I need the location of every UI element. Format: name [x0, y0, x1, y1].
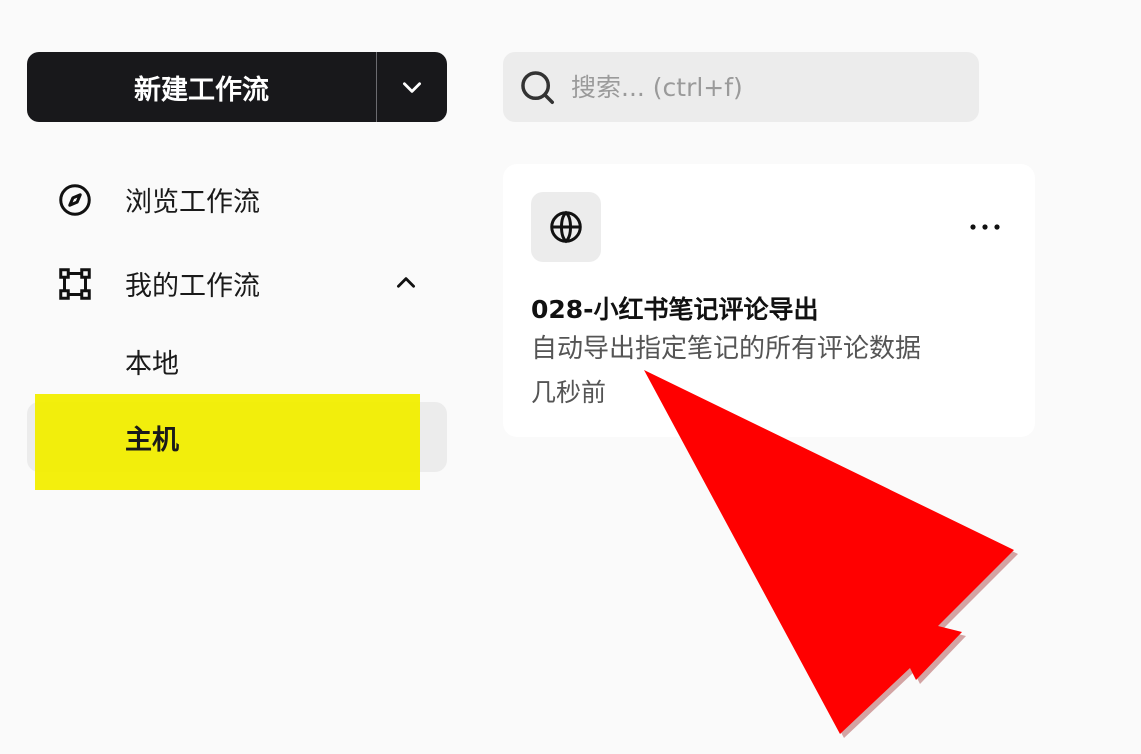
sidebar-subitem-host-label-row: 主机 — [27, 402, 447, 472]
sidebar-subitem-label: 主机 — [125, 424, 179, 456]
workflow-description: 自动导出指定笔记的所有评论数据 — [531, 334, 922, 364]
new-workflow-dropdown-button[interactable] — [377, 52, 447, 122]
sidebar-item-browse-workflows[interactable]: 浏览工作流 — [27, 164, 447, 234]
chevron-down-icon — [403, 82, 421, 93]
search-input[interactable] — [571, 52, 961, 122]
search-box — [503, 52, 979, 122]
compass-icon — [59, 184, 91, 216]
chevron-up-icon[interactable] — [393, 270, 419, 296]
search-icon — [521, 71, 554, 104]
more-options-icon[interactable] — [965, 212, 1005, 242]
workflow-timestamp: 几秒前 — [531, 378, 607, 407]
new-workflow-split-button: 新建工作流 — [27, 52, 447, 122]
workflow-icon — [59, 268, 91, 300]
globe-icon — [550, 210, 582, 244]
sidebar-subitem-label: 本地 — [125, 348, 179, 380]
sidebar-item-my-workflows[interactable]: 我的工作流 — [27, 248, 447, 318]
arrow-annotation — [644, 370, 1018, 738]
new-workflow-label: 新建工作流 — [134, 74, 269, 106]
sidebar-subitem-local[interactable]: 本地 — [27, 326, 447, 396]
workflow-title: 028-小红书笔记评论导出 — [531, 295, 819, 324]
sidebar-item-label: 浏览工作流 — [125, 186, 260, 218]
new-workflow-button[interactable]: 新建工作流 — [27, 52, 376, 122]
sidebar-item-label: 我的工作流 — [125, 270, 260, 302]
workflow-icon-box — [531, 192, 601, 262]
app-root: 新建工作流 浏览工作流 我的工作流 本地 主机 搜索... (ctrl+f) 0… — [0, 0, 1141, 754]
